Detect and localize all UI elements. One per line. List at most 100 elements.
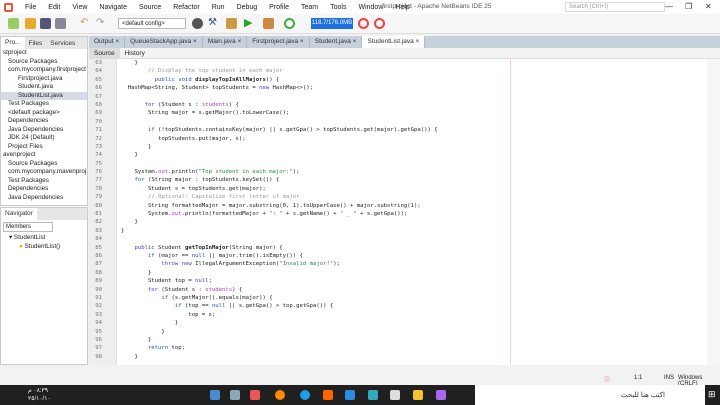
- editor-tab[interactable]: StudentList.java ×: [362, 36, 426, 48]
- line-number: 72: [95, 135, 102, 142]
- tree-node[interactable]: StudentList.java: [1, 91, 87, 100]
- store-icon[interactable]: [390, 390, 400, 400]
- gc2-icon[interactable]: [374, 18, 385, 29]
- profile-icon[interactable]: [284, 18, 295, 29]
- tree-node[interactable]: stproject: [1, 49, 87, 58]
- close-icon[interactable]: ×: [351, 38, 357, 45]
- windows-start-icon[interactable]: ⊞: [708, 389, 716, 400]
- tree-node[interactable]: Test Packages: [1, 177, 87, 186]
- code-line: String major = s.getMajor().toLowerCase(…: [117, 109, 707, 117]
- tree-node[interactable]: com.mycompany.mavenproj: [1, 168, 87, 177]
- tree-node[interactable]: Firstproject.java: [1, 75, 87, 84]
- close-icon[interactable]: ×: [298, 38, 304, 45]
- netbeans-taskbar-icon[interactable]: [250, 390, 260, 400]
- tree-node[interactable]: Source Packages: [1, 58, 87, 67]
- menu-edit[interactable]: Edit: [42, 4, 66, 11]
- tree-node[interactable]: Dependencies: [1, 117, 87, 126]
- editor-tab[interactable]: QueueStackApp.java ×: [125, 36, 203, 48]
- menu-refactor[interactable]: Refactor: [167, 4, 205, 11]
- navigator-class[interactable]: ▾ StudentList: [9, 234, 87, 243]
- config-select[interactable]: <default config>: [118, 18, 186, 29]
- tab-label: Firstproject.java: [252, 38, 299, 45]
- menu-view[interactable]: View: [66, 4, 93, 11]
- tree-node[interactable]: <default package>: [1, 109, 87, 118]
- vertical-scrollbar[interactable]: [707, 59, 720, 365]
- memory-indicator[interactable]: 118.7/176.0MB: [311, 18, 353, 29]
- tab-projects[interactable]: Pro...: [1, 37, 25, 49]
- code-token: out: [158, 169, 169, 176]
- menu-run[interactable]: Run: [206, 4, 231, 11]
- menu-tools[interactable]: Tools: [324, 4, 352, 11]
- new-file-icon[interactable]: [8, 18, 19, 29]
- editor-tab[interactable]: Firstproject.java ×: [247, 36, 310, 48]
- tab-label: Student.java: [314, 38, 351, 45]
- maximize-button[interactable]: ❐: [685, 2, 692, 11]
- code-token: for: [121, 286, 159, 293]
- tab-files[interactable]: Files: [25, 40, 47, 47]
- code-line: String formattedMajor = major.substring(…: [117, 202, 707, 210]
- minimize-button[interactable]: —: [665, 2, 673, 11]
- vscode-icon[interactable]: [345, 390, 355, 400]
- close-icon[interactable]: ×: [236, 38, 241, 45]
- globe-icon[interactable]: [192, 18, 203, 29]
- tab-source[interactable]: Source: [89, 47, 120, 59]
- taskbar-search[interactable]: اكتب هنا للبحث: [475, 385, 705, 405]
- editor-tab[interactable]: Output ×: [89, 36, 126, 48]
- tree-node[interactable]: Test Packages: [1, 100, 87, 109]
- close-icon[interactable]: ×: [191, 38, 197, 45]
- menu-navigate[interactable]: Navigate: [93, 4, 133, 11]
- menu-debug[interactable]: Debug: [231, 4, 264, 11]
- close-icon[interactable]: ×: [414, 38, 420, 45]
- code-token: if: [121, 252, 155, 259]
- tab-history[interactable]: History: [120, 50, 150, 57]
- code-line: for (String major : topStudents.keySet()…: [117, 176, 707, 184]
- app-icon[interactable]: [230, 390, 240, 400]
- app-icon[interactable]: [210, 390, 220, 400]
- undo-icon[interactable]: ↶: [80, 18, 91, 29]
- run-icon[interactable]: ▶: [244, 18, 255, 29]
- firefox-icon[interactable]: [275, 390, 285, 400]
- notification-icon[interactable]: ⓘ: [604, 375, 610, 384]
- build-icon[interactable]: ⚒: [208, 18, 219, 29]
- tree-node[interactable]: Source Packages: [1, 160, 87, 169]
- navigator-member[interactable]: ● StudentList(): [9, 243, 87, 252]
- save-all-icon[interactable]: [55, 18, 66, 29]
- search-input[interactable]: Search (Ctrl+I): [565, 2, 665, 12]
- tree-node[interactable]: avenproject: [1, 151, 87, 160]
- close-button[interactable]: ✕: [705, 2, 712, 11]
- menu-file[interactable]: File: [19, 4, 42, 11]
- clean-build-icon[interactable]: [226, 18, 237, 29]
- menu-profile[interactable]: Profile: [263, 4, 295, 11]
- tab-navigator[interactable]: Navigator: [1, 208, 37, 220]
- gc-icon[interactable]: [358, 18, 369, 29]
- tree-node[interactable]: Student.java: [1, 83, 87, 92]
- tree-node[interactable]: com.mycompany.firstproject: [1, 66, 87, 75]
- mail-icon[interactable]: [368, 390, 378, 400]
- file-explorer-icon[interactable]: [413, 390, 423, 400]
- clock[interactable]: ٠٨:٣٩ م ٢٥/١٠/١٠: [28, 387, 51, 403]
- xampp-icon[interactable]: [323, 390, 333, 400]
- tree-node[interactable]: Project Files: [1, 143, 87, 152]
- copilot-icon[interactable]: [436, 390, 446, 400]
- line-number: 98: [95, 353, 102, 360]
- redo-icon[interactable]: ↷: [96, 18, 107, 29]
- menu-team[interactable]: Team: [295, 4, 324, 11]
- new-project-icon[interactable]: [25, 18, 36, 29]
- edge-icon[interactable]: [300, 390, 310, 400]
- editor-tab[interactable]: Main.java ×: [203, 36, 248, 48]
- close-icon[interactable]: ×: [114, 38, 119, 45]
- members-filter-select[interactable]: Members: [3, 222, 53, 232]
- code-token: (String major) {: [228, 244, 283, 251]
- code-editor[interactable]: } // Display the top student in each maj…: [117, 59, 707, 365]
- tree-node[interactable]: Dependencies: [1, 185, 87, 194]
- tree-node[interactable]: JDK 24 (Default): [1, 134, 87, 143]
- code-line: Student top = null;: [117, 277, 707, 285]
- code-line: }: [117, 143, 707, 151]
- tree-node[interactable]: Java Dependencies: [1, 126, 87, 135]
- tab-services[interactable]: Services: [46, 40, 79, 47]
- menu-source[interactable]: Source: [133, 4, 167, 11]
- tree-node[interactable]: Java Dependencies: [1, 194, 87, 203]
- debug-icon[interactable]: [263, 18, 274, 29]
- editor-tab[interactable]: Student.java ×: [310, 36, 363, 48]
- open-project-icon[interactable]: [40, 18, 51, 29]
